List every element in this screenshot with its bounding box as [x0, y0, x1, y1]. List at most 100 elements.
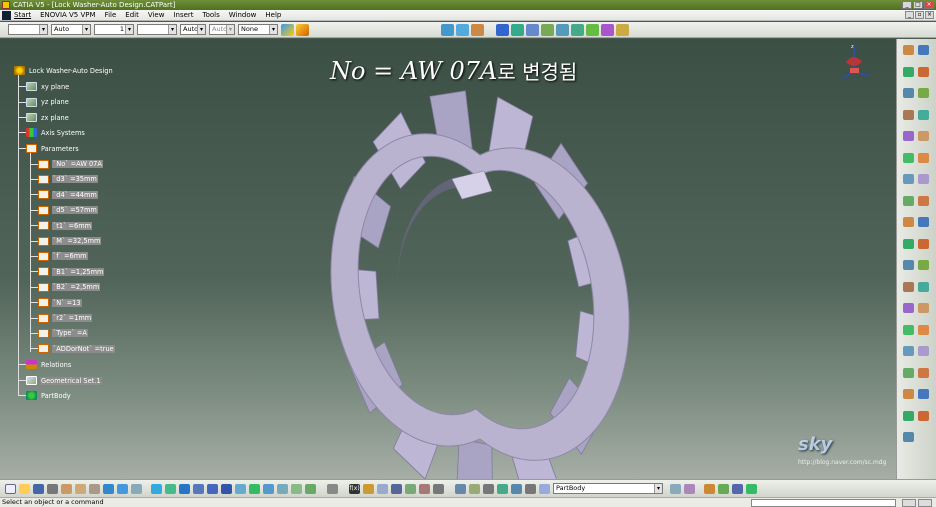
menu-tools[interactable]: Tools: [203, 11, 220, 19]
pan-icon[interactable]: [179, 483, 190, 494]
zoom-in-icon[interactable]: [207, 483, 218, 494]
tree-param-2[interactable]: `d4` =44mm: [38, 190, 98, 200]
macro-icon[interactable]: [433, 483, 444, 494]
material-icon[interactable]: [704, 483, 715, 494]
menu-view[interactable]: View: [148, 11, 165, 19]
tree-icon[interactable]: [483, 483, 494, 494]
doc-minimize-button[interactable]: _: [905, 11, 914, 19]
curve-icon[interactable]: [526, 23, 539, 36]
reorder-icon[interactable]: [670, 483, 681, 494]
point-create-icon[interactable]: [918, 389, 929, 399]
minimize-button[interactable]: _: [902, 1, 912, 9]
zoom-out-icon[interactable]: [221, 483, 232, 494]
color-combo[interactable]: [8, 24, 48, 35]
tree-param-6[interactable]: `f` =6mm: [38, 251, 88, 261]
status-button-left[interactable]: [902, 499, 916, 507]
print-icon[interactable]: [47, 483, 58, 494]
paste-icon[interactable]: [89, 483, 100, 494]
tree-param-1[interactable]: `d3` =35mm: [38, 174, 98, 184]
tree-param-11[interactable]: `Type` =A: [38, 328, 88, 338]
scale-icon[interactable]: [918, 303, 929, 313]
fly-mode-icon[interactable]: [151, 483, 162, 494]
doc-close-button[interactable]: ×: [925, 11, 934, 19]
loft-icon[interactable]: [903, 131, 914, 141]
menu-file[interactable]: File: [105, 11, 117, 19]
close-surface-icon[interactable]: [903, 238, 914, 249]
close-button[interactable]: ×: [924, 1, 934, 9]
tree-relations[interactable]: Relations: [26, 360, 72, 369]
fillet-icon[interactable]: [903, 152, 914, 163]
cut-icon[interactable]: [61, 483, 72, 494]
redo-icon[interactable]: [117, 483, 128, 494]
normal-view-icon[interactable]: [235, 483, 246, 494]
copy-icon[interactable]: [75, 483, 86, 494]
tree-axis-systems[interactable]: Axis Systems: [26, 128, 86, 137]
pattern-icon[interactable]: [903, 303, 914, 313]
shaft-icon[interactable]: [903, 66, 914, 77]
body-selector-combo[interactable]: PartBody: [553, 483, 663, 494]
groove-icon[interactable]: [918, 66, 929, 77]
law-icon[interactable]: [405, 483, 416, 494]
chamfer-icon[interactable]: [918, 152, 929, 163]
swap-space-icon[interactable]: [305, 483, 316, 494]
doc-restore-button[interactable]: ▫: [915, 11, 924, 19]
remove-icon[interactable]: [903, 346, 914, 356]
tree-param-5[interactable]: `M` =32,5mm: [38, 236, 102, 246]
update-icon[interactable]: [684, 483, 695, 494]
draft-icon[interactable]: [903, 174, 914, 184]
parameter-icon[interactable]: [455, 483, 466, 494]
pad-icon[interactable]: [903, 45, 914, 55]
help-arrow-icon[interactable]: [471, 23, 484, 36]
mirror-icon[interactable]: [918, 281, 929, 292]
define-work-object-icon[interactable]: [539, 483, 550, 494]
tree-param-7[interactable]: `B1` =1,25mm: [38, 267, 105, 277]
catalog-icon[interactable]: [601, 23, 614, 36]
sew-icon[interactable]: [918, 238, 929, 249]
surface-icon[interactable]: [541, 23, 554, 36]
line-create-icon[interactable]: [903, 410, 914, 421]
thick-surface-icon[interactable]: [918, 217, 929, 227]
rotate-icon[interactable]: [193, 483, 204, 494]
check-icon[interactable]: [377, 483, 388, 494]
table-icon[interactable]: [391, 483, 402, 494]
thickness-icon[interactable]: [903, 195, 914, 206]
remove-lump-icon[interactable]: [918, 367, 929, 378]
constraint-icon[interactable]: [903, 389, 914, 399]
shading-icon[interactable]: [277, 483, 288, 494]
fit-all-icon[interactable]: [165, 483, 176, 494]
transparency-combo[interactable]: Auto: [51, 24, 91, 35]
tree-param-12[interactable]: `ADDorNot` =true: [38, 344, 115, 354]
apply-material-icon[interactable]: [746, 483, 757, 494]
tree-plane-2[interactable]: zx plane: [26, 113, 70, 122]
menu-enovia[interactable]: ENOVIA V5 VPM: [40, 11, 95, 19]
tree-param-9[interactable]: `N` =13: [38, 298, 82, 308]
iso-view-icon[interactable]: [263, 483, 274, 494]
add-icon[interactable]: [918, 324, 929, 335]
tree-parameters[interactable]: Parameters: [26, 144, 80, 153]
brush-icon[interactable]: [296, 23, 309, 36]
tree-root[interactable]: Lock Washer-Auto Design: [14, 66, 114, 75]
tree-param-4[interactable]: `t1` =6mm: [38, 221, 93, 231]
tree-part-body[interactable]: PartBody: [26, 391, 72, 400]
remove-loft-icon[interactable]: [918, 131, 929, 141]
menu-help[interactable]: Help: [265, 11, 281, 19]
layer-auto-combo[interactable]: Auto: [209, 24, 235, 35]
body-icon[interactable]: [511, 483, 522, 494]
3d-viewport[interactable]: Lock Washer-Auto Design xy plane yz plane z…: [0, 39, 896, 479]
point-icon[interactable]: [496, 23, 509, 36]
boolean-icon[interactable]: [525, 483, 536, 494]
shell-icon[interactable]: [918, 174, 929, 184]
hole-icon[interactable]: [903, 88, 914, 98]
line-thickness-combo[interactable]: 1: [94, 24, 134, 35]
pocket-icon[interactable]: [918, 45, 929, 55]
tree-param-8[interactable]: `B2` =2,5mm: [38, 282, 101, 292]
menu-insert[interactable]: Insert: [173, 11, 193, 19]
settings-icon[interactable]: [586, 23, 599, 36]
compass-icon[interactable]: z: [836, 42, 876, 82]
manipulate-icon[interactable]: [456, 23, 469, 36]
new-file-icon[interactable]: [5, 483, 16, 494]
slot-icon[interactable]: [903, 109, 914, 120]
maximize-button[interactable]: □: [913, 1, 923, 9]
plane-create-icon[interactable]: [918, 410, 929, 421]
lock-washer-model[interactable]: [0, 39, 896, 479]
